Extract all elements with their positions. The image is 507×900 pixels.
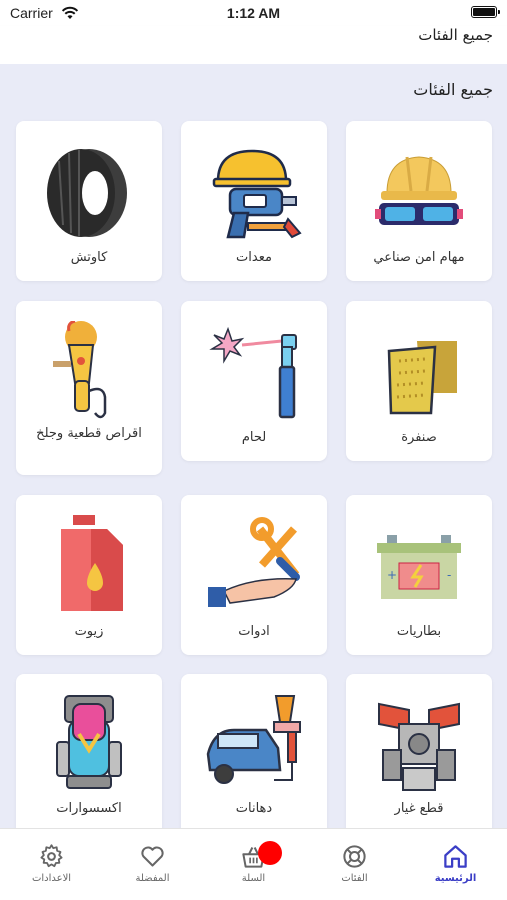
angle-grinder-icon	[53, 321, 107, 419]
tab-label: المفضلة	[135, 873, 170, 884]
tab-bar: الرئيسية الفئات السلة المفضلة الاعدادات	[0, 828, 507, 900]
helmet-drill-icon	[212, 149, 302, 239]
tab-label: الاعدادات	[31, 873, 72, 884]
hard-hat-goggles-icon	[375, 156, 463, 225]
category-card-oils[interactable]: زيوت	[16, 495, 162, 655]
home-icon	[444, 845, 467, 868]
category-card-batteries[interactable]: + - بطاريات	[346, 495, 492, 655]
svg-text:+: +	[387, 568, 397, 582]
tab-label: الرئيسية	[434, 873, 477, 884]
category-label: صنفرة	[401, 430, 437, 445]
car-seat-icon	[56, 695, 122, 789]
section-title: جميع الفئات	[413, 80, 493, 99]
category-card-tires[interactable]: كاوتش	[16, 121, 162, 281]
engine-parts-icon	[378, 702, 460, 791]
lifebuoy-icon	[343, 845, 366, 868]
status-bar: Carrier 1:12 AM	[0, 0, 507, 26]
category-label: زيوت	[74, 624, 104, 639]
category-label: ادوات	[238, 624, 270, 639]
category-label: دهانات	[235, 801, 273, 816]
battery-icon	[471, 6, 500, 18]
tab-home[interactable]: الرئيسية	[405, 829, 506, 900]
tab-settings[interactable]: الاعدادات	[1, 829, 102, 900]
battery-icon: + -	[377, 535, 461, 599]
heart-icon	[141, 846, 164, 867]
nav-title: جميع الفئات	[418, 26, 493, 44]
cart-badge	[258, 841, 282, 865]
tab-label: السلة	[241, 873, 266, 884]
svg-text:-: -	[447, 568, 451, 582]
categories-content[interactable]: جميع الفئات مهام امن صناعي معدات كاوتش ص…	[0, 64, 507, 828]
category-label: مهام امن صناعي	[373, 250, 465, 265]
category-card-welding[interactable]: لحام	[181, 301, 327, 461]
tools-hand-icon	[208, 517, 300, 607]
category-card-grinding[interactable]: اقراص قطعية وجلخ	[16, 301, 162, 475]
category-card-safety[interactable]: مهام امن صناعي	[346, 121, 492, 281]
oil-can-icon	[61, 515, 123, 611]
tab-categories[interactable]: الفئات	[304, 829, 405, 900]
tab-label: الفئات	[341, 873, 368, 884]
category-card-sandpaper[interactable]: صنفرة	[346, 301, 492, 461]
tab-favorites[interactable]: المفضلة	[102, 829, 203, 900]
gear-icon	[40, 844, 63, 868]
tab-cart[interactable]: السلة	[203, 829, 304, 900]
welding-torch-icon	[209, 326, 297, 419]
spray-gun-car-icon	[206, 695, 301, 784]
category-label: معدات	[236, 250, 272, 265]
category-label: قطع غيار	[394, 801, 444, 816]
sandpaper-icon	[387, 341, 457, 415]
category-label: لحام	[241, 430, 267, 445]
category-label: كاوتش	[70, 250, 108, 265]
tire-icon	[47, 149, 127, 237]
category-label: اقراص قطعية وجلخ	[36, 426, 142, 441]
navigation-bar: جميع الفئات	[0, 26, 507, 64]
category-label: بطاريات	[396, 624, 442, 639]
clock: 1:12 AM	[226, 5, 281, 21]
category-card-equipment[interactable]: معدات	[181, 121, 327, 281]
category-label: اكسسوارات	[56, 801, 122, 816]
category-card-tools[interactable]: ادوات	[181, 495, 327, 655]
